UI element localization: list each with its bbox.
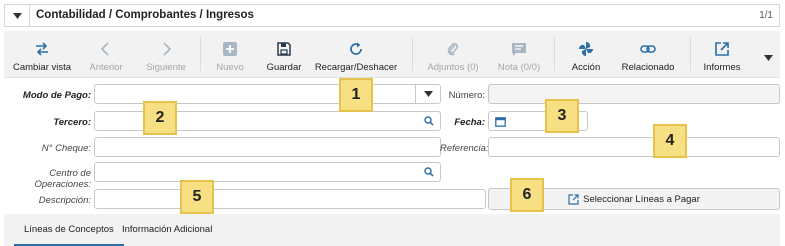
external-edit-icon xyxy=(568,193,579,205)
calendar-button[interactable] xyxy=(493,114,507,128)
annotation-badge-3: 3 xyxy=(545,99,579,133)
previous-button[interactable]: Anterior xyxy=(86,31,126,77)
reference-field[interactable] xyxy=(488,137,780,157)
save-icon xyxy=(276,33,292,57)
related-button[interactable]: Relacionado xyxy=(620,31,676,77)
number-label: Número: xyxy=(448,90,485,101)
search-icon xyxy=(424,167,434,177)
detail-tabs: Líneas de Conceptos Información Adiciona… xyxy=(4,214,780,246)
fan-icon xyxy=(578,33,594,57)
plus-square-icon xyxy=(222,33,238,57)
action-button[interactable]: Acción xyxy=(566,31,606,77)
note-icon xyxy=(511,33,527,57)
external-report-icon xyxy=(714,33,730,57)
annotation-badge-4: 4 xyxy=(653,124,687,158)
tab-concept-lines[interactable]: Líneas de Conceptos xyxy=(14,223,124,246)
search-button[interactable] xyxy=(418,163,440,181)
collapse-toggle[interactable] xyxy=(5,5,30,26)
refresh-icon xyxy=(348,33,364,57)
record-pager: 1/1 xyxy=(759,10,773,21)
paperclip-icon xyxy=(445,33,461,57)
toolbar: Cambiar vista Anterior Siguiente Nuevo G… xyxy=(4,31,780,78)
annotation-badge-5: 5 xyxy=(180,180,214,214)
third-party-label: Tercero: xyxy=(53,117,91,128)
operations-center-label: Centro de Operaciones: xyxy=(34,168,91,190)
page-title: Contabilidad / Comprobantes / Ingresos xyxy=(36,9,254,21)
chevron-right-icon xyxy=(158,33,174,57)
check-number-field[interactable] xyxy=(94,137,441,157)
new-button[interactable]: Nuevo xyxy=(214,31,246,77)
reference-label: Referencia: xyxy=(440,143,489,154)
save-button[interactable]: Guardar xyxy=(264,31,304,77)
calendar-icon xyxy=(494,116,506,127)
change-view-button[interactable]: Cambiar vista xyxy=(13,31,71,77)
window-title-bar: Contabilidad / Comprobantes / Ingresos 1… xyxy=(4,4,780,27)
swap-arrows-icon xyxy=(34,33,50,57)
operations-center-field[interactable] xyxy=(94,162,441,182)
description-field[interactable] xyxy=(94,189,486,209)
toolbar-divider xyxy=(554,37,555,71)
payment-mode-label: Modo de Pago: xyxy=(22,90,91,101)
toolbar-divider xyxy=(200,37,201,71)
tab-additional-info[interactable]: Información Adicional xyxy=(112,223,222,246)
caret-down-icon xyxy=(12,12,22,19)
toolbar-divider xyxy=(412,37,413,71)
annotation-badge-2: 2 xyxy=(143,101,177,135)
annotation-badge-6: 6 xyxy=(510,178,544,212)
attachments-button[interactable]: Adjuntos (0) xyxy=(422,31,484,77)
toolbar-divider xyxy=(690,37,691,71)
caret-down-icon xyxy=(764,55,773,61)
reports-button[interactable]: Informes xyxy=(702,31,742,77)
link-icon xyxy=(640,33,656,57)
check-number-label: N° Cheque: xyxy=(41,143,91,154)
reload-undo-button[interactable]: Recargar/Deshacer xyxy=(310,31,402,77)
caret-down-icon xyxy=(423,91,433,97)
note-button[interactable]: Nota (0/0) xyxy=(498,31,540,77)
annotation-badge-1: 1 xyxy=(339,78,373,112)
next-button[interactable]: Siguiente xyxy=(144,31,188,77)
chevron-left-icon xyxy=(98,33,114,57)
more-toolbar-button[interactable] xyxy=(764,52,773,64)
search-icon xyxy=(424,116,434,126)
search-button[interactable] xyxy=(418,112,440,130)
number-field xyxy=(488,84,780,104)
dropdown-toggle[interactable] xyxy=(415,85,440,103)
date-label: Fecha: xyxy=(454,117,485,128)
description-label: Descripción: xyxy=(38,195,91,206)
